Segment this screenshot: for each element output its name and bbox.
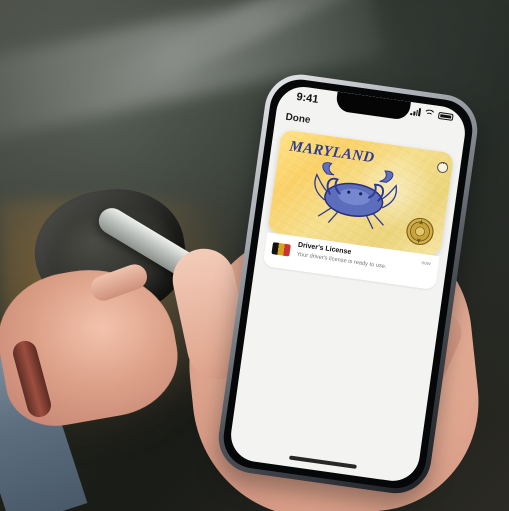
signal-icon <box>410 107 422 117</box>
phone-notch <box>335 91 411 121</box>
home-indicator <box>288 455 357 469</box>
seal-icon <box>406 217 434 246</box>
battery-icon <box>437 111 454 121</box>
status-time: 9:41 <box>295 91 320 106</box>
wallet-screen: 9:41 Done MARYLAND Driver's License Your… <box>227 83 469 485</box>
license-badge-icon <box>271 242 291 257</box>
crab-icon <box>314 162 398 230</box>
status-icons <box>410 107 454 121</box>
photo-scene: 9:41 Done MARYLAND Driver's License Your… <box>0 0 509 511</box>
wifi-icon <box>424 109 435 118</box>
notification-time: now <box>421 259 431 268</box>
done-button[interactable]: Done <box>285 112 311 126</box>
